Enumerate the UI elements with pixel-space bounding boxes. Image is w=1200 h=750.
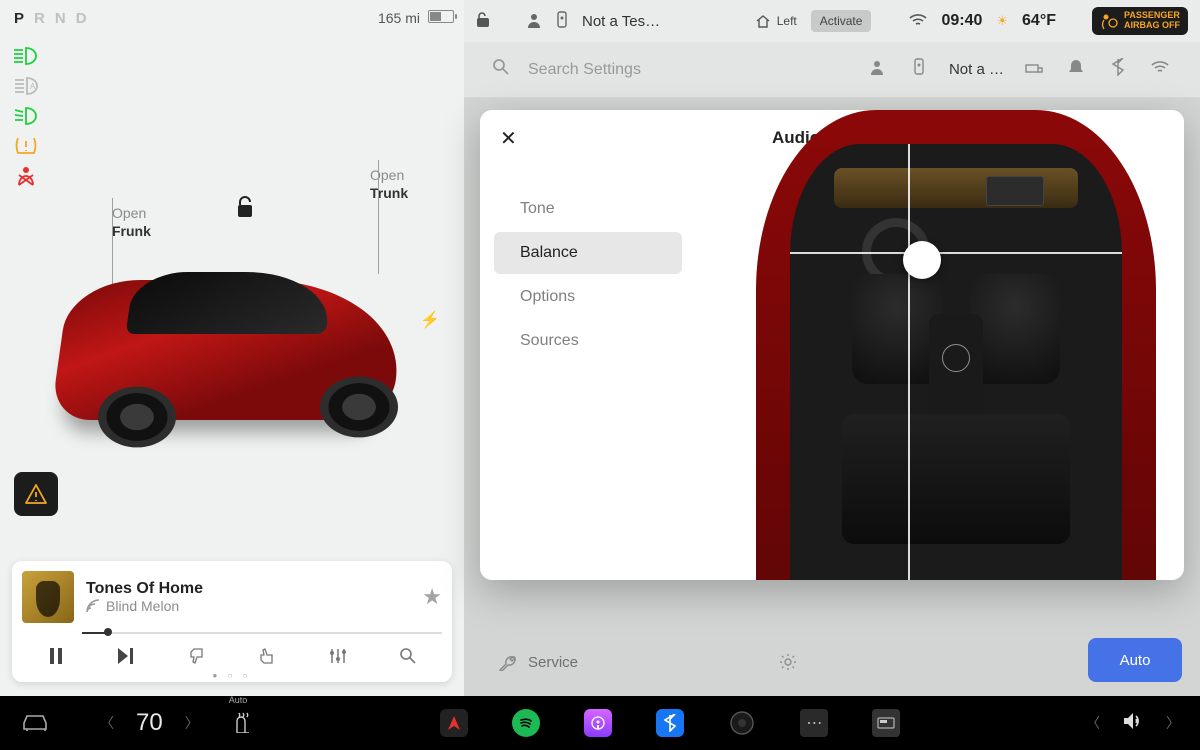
notifications-icon[interactable] xyxy=(1064,58,1088,81)
tow-icon[interactable] xyxy=(1022,59,1046,80)
seat-heater-button[interactable]: Auto xyxy=(231,709,255,738)
charging-icon: ⚡ xyxy=(420,310,440,330)
favorite-button[interactable]: ★ xyxy=(422,584,442,610)
next-button[interactable] xyxy=(108,648,144,669)
more-apps-icon[interactable]: ⋯ xyxy=(800,709,828,737)
cabin-temperature[interactable]: 70 xyxy=(136,709,163,737)
temp-down-button[interactable]: 〈 xyxy=(100,713,114,733)
seatbelt-icon xyxy=(12,164,40,188)
warning-button[interactable] xyxy=(14,472,58,516)
open-frunk-button[interactable]: Open Frunk xyxy=(112,204,151,240)
unlock-icon[interactable] xyxy=(236,196,256,224)
clock: 09:40 xyxy=(941,12,982,30)
equalizer-button[interactable] xyxy=(320,647,356,670)
outside-temp: 64°F xyxy=(1022,12,1056,30)
thumbs-down-button[interactable] xyxy=(179,647,215,670)
tab-options[interactable]: Options xyxy=(494,276,682,318)
audio-settings-modal: Audio Settings ✕ Tone Balance Options So… xyxy=(480,110,1184,580)
volume-up-button[interactable]: 〉 xyxy=(1166,713,1180,733)
album-art xyxy=(22,571,74,623)
search-button[interactable] xyxy=(390,647,426,670)
tab-balance[interactable]: Balance xyxy=(494,232,682,274)
lock-icon[interactable] xyxy=(476,12,490,31)
thumbs-up-button[interactable] xyxy=(249,647,285,670)
open-trunk-button[interactable]: Open Trunk xyxy=(370,166,408,202)
sentry-icon[interactable] xyxy=(556,11,568,32)
car-status-pane: P R N D 165 mi A Open Frunk Open Tru xyxy=(0,0,464,696)
wifi-icon[interactable] xyxy=(1148,60,1172,79)
podcasts-app-icon[interactable] xyxy=(584,709,612,737)
close-button[interactable]: ✕ xyxy=(500,126,517,151)
profile-name[interactable]: Not a Tes… xyxy=(582,13,660,30)
brightness-slider[interactable] xyxy=(764,642,1070,682)
tab-sources[interactable]: Sources xyxy=(494,320,682,362)
sun-icon: ☀ xyxy=(996,13,1008,29)
balance-cabin-view[interactable] xyxy=(756,110,1156,580)
nav-app-icon[interactable] xyxy=(440,709,468,737)
battery-icon xyxy=(428,10,454,23)
center-origin-icon xyxy=(942,344,970,372)
homelink-icon[interactable]: Left xyxy=(755,14,797,28)
temp-up-button[interactable]: 〉 xyxy=(185,713,199,733)
search-input[interactable]: Search Settings xyxy=(528,61,847,79)
media-player-card[interactable]: Tones Of Home Blind Melon ★ xyxy=(12,561,452,682)
svg-text:A: A xyxy=(30,82,36,91)
bluetooth-app-icon[interactable] xyxy=(656,709,684,737)
dashcam-app-icon[interactable] xyxy=(728,709,756,737)
airbag-warning: PASSENGERAIRBAG OFF xyxy=(1092,7,1188,35)
balance-handle[interactable] xyxy=(903,241,941,279)
profile-icon[interactable] xyxy=(865,59,889,80)
fog-light-icon xyxy=(12,104,40,128)
sentry-icon[interactable] xyxy=(907,58,931,81)
tire-pressure-icon xyxy=(12,134,40,158)
spotify-app-icon[interactable] xyxy=(512,709,540,737)
activate-button[interactable]: Activate xyxy=(811,10,872,32)
bluetooth-icon[interactable] xyxy=(1106,58,1130,81)
track-title: Tones Of Home xyxy=(86,580,410,598)
range-remaining: 165 mi xyxy=(378,10,420,26)
service-nav[interactable]: Service xyxy=(484,642,754,682)
wifi-icon[interactable] xyxy=(909,13,927,30)
track-artist: Blind Melon xyxy=(86,598,410,614)
settings-pane: Not a Tes… Left Activate 09:40 ☀ 64°F PA… xyxy=(464,0,1200,696)
tab-tone[interactable]: Tone xyxy=(494,188,682,230)
page-dots: ● ○ ○ xyxy=(12,671,452,680)
pause-button[interactable] xyxy=(38,648,74,669)
gear-indicator: P R N D xyxy=(14,10,89,27)
headlight-icon xyxy=(12,44,40,68)
brightness-auto-button[interactable]: Auto xyxy=(1088,638,1182,682)
search-icon[interactable] xyxy=(492,58,510,81)
cast-icon xyxy=(86,599,100,613)
indicator-stack: A xyxy=(12,44,40,188)
bottom-dock: 〈 70 〉 Auto ⋯ 〈 〉 xyxy=(0,696,1200,750)
progress-bar[interactable] xyxy=(22,629,442,637)
car-menu-icon[interactable] xyxy=(20,711,50,736)
auto-highbeam-icon: A xyxy=(12,74,40,98)
status-bar: Not a Tes… Left Activate 09:40 ☀ 64°F PA… xyxy=(464,0,1200,42)
profile-icon[interactable] xyxy=(526,12,542,31)
radio-app-icon[interactable] xyxy=(872,709,900,737)
car-visualization xyxy=(20,240,440,500)
modal-sidebar: Tone Balance Options Sources xyxy=(480,110,696,580)
settings-search-row: Search Settings Not a … xyxy=(464,42,1200,98)
profile-short[interactable]: Not a … xyxy=(949,61,1004,78)
volume-icon[interactable] xyxy=(1122,712,1144,735)
volume-down-button[interactable]: 〈 xyxy=(1086,713,1100,733)
